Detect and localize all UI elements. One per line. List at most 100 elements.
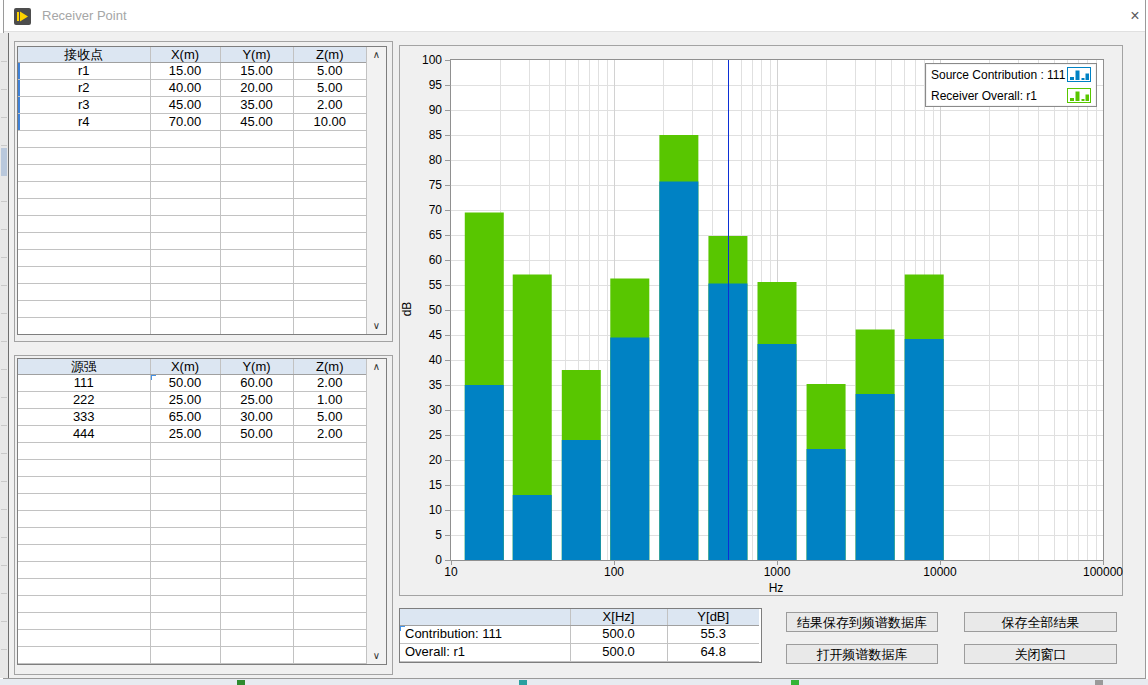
save-to-spectrum-db-button[interactable]: 结果保存到频谱数据库 — [786, 612, 938, 632]
scroll-up-icon[interactable]: ∧ — [367, 47, 386, 63]
table-cell[interactable]: Contribution: 111 — [400, 625, 570, 643]
table-cell — [293, 664, 366, 666]
table-cell — [220, 545, 293, 562]
table-cell — [18, 528, 150, 545]
table-cell — [220, 511, 293, 528]
table-cell[interactable]: 65.00 — [150, 409, 220, 426]
table-cell[interactable]: 222 — [18, 392, 150, 409]
table-cell[interactable]: 25.00 — [150, 392, 220, 409]
table-cell[interactable]: 1.00 — [293, 392, 366, 409]
column-header: Y(m) — [220, 359, 293, 375]
table-row — [18, 267, 366, 284]
y-tick — [445, 185, 451, 186]
table-cell[interactable]: 333 — [18, 409, 150, 426]
table-cell[interactable]: r2 — [18, 80, 150, 97]
table-row — [18, 647, 366, 664]
table-cell[interactable]: r4 — [18, 114, 150, 131]
table-cell — [150, 148, 220, 165]
table-cell — [293, 477, 366, 494]
table-cell[interactable]: r1 — [18, 63, 150, 80]
table-cell[interactable]: 444 — [18, 426, 150, 443]
table-cell — [18, 664, 150, 666]
y-tick — [445, 260, 451, 261]
table-cell[interactable]: 25.00 — [220, 392, 293, 409]
table-cell[interactable]: 70.00 — [150, 114, 220, 131]
scroll-up-icon[interactable]: ∧ — [367, 359, 386, 375]
table-cell[interactable]: 45.00 — [220, 114, 293, 131]
contribution-bar — [905, 339, 944, 560]
column-header: Z(m) — [293, 47, 366, 63]
table-cell — [220, 301, 293, 318]
table-cell — [150, 630, 220, 647]
table-cell[interactable]: 55.3 — [667, 625, 759, 643]
table-cell[interactable]: 64.8 — [667, 643, 759, 661]
table-cell[interactable]: 2.00 — [293, 426, 366, 443]
table-cell[interactable]: 15.00 — [220, 63, 293, 80]
table-cell[interactable]: 35.00 — [220, 97, 293, 114]
bar-plot-icon — [1067, 67, 1091, 82]
table-cell — [150, 131, 220, 148]
y-tick — [445, 510, 451, 511]
table-row — [18, 182, 366, 199]
table-cell[interactable]: 5.00 — [293, 409, 366, 426]
receiver-table: 接收点X(m)Y(m)Z(m)r115.0015.005.00r240.0020… — [17, 46, 387, 335]
table-cell[interactable]: 40.00 — [150, 80, 220, 97]
x-tick — [614, 560, 615, 565]
table-cell — [150, 182, 220, 199]
table-cell[interactable]: 10.00 — [293, 114, 366, 131]
x-axis-label: Hz — [746, 581, 806, 595]
y-tick-label: 70 — [406, 203, 442, 217]
table-row: r470.0045.0010.00 — [18, 114, 366, 131]
y-tick — [445, 360, 451, 361]
scroll-down-icon[interactable]: ∨ — [367, 648, 386, 664]
table-row — [18, 460, 366, 477]
table-cell[interactable]: 20.00 — [220, 80, 293, 97]
table-cell — [18, 443, 150, 460]
contribution-bar — [807, 449, 846, 560]
table-cell[interactable]: 5.00 — [293, 63, 366, 80]
table-cell[interactable]: 5.00 — [293, 80, 366, 97]
table-cell[interactable]: 500.0 — [570, 625, 667, 643]
table-cell — [293, 216, 366, 233]
table-cell — [150, 579, 220, 596]
table-cell[interactable]: 111 — [18, 375, 150, 392]
legend-item-overall[interactable]: Receiver Overall: r1 — [926, 85, 1096, 106]
table-cell — [18, 131, 150, 148]
scroll-down-icon[interactable]: ∨ — [367, 318, 386, 334]
close-window-button[interactable]: 关闭窗口 — [964, 644, 1117, 664]
table-cell[interactable]: 25.00 — [150, 426, 220, 443]
table-cell[interactable]: 30.00 — [220, 409, 293, 426]
table-cell — [150, 647, 220, 664]
table-cell[interactable]: 500.0 — [570, 643, 667, 661]
legend-item-contribution[interactable]: Source Contribution : 111 — [926, 64, 1096, 85]
table-cell — [293, 545, 366, 562]
table-cell — [220, 267, 293, 284]
x-tick-label: 1000 — [742, 565, 812, 579]
table-cell — [18, 284, 150, 301]
table-cell[interactable]: 2.00 — [293, 375, 366, 392]
table-cell[interactable]: 60.00 — [220, 375, 293, 392]
open-spectrum-db-button[interactable]: 打开频谱数据库 — [786, 644, 938, 664]
table-cell — [18, 545, 150, 562]
y-tick — [445, 410, 451, 411]
table-cell[interactable]: Overall: r1 — [400, 643, 570, 661]
table-cell[interactable]: 45.00 — [150, 97, 220, 114]
table-cell — [18, 267, 150, 284]
save-all-results-button[interactable]: 保存全部结果 — [964, 612, 1117, 632]
table-cell[interactable]: 2.00 — [293, 97, 366, 114]
y-tick — [445, 435, 451, 436]
y-tick-label: 60 — [406, 253, 442, 267]
table-row — [18, 443, 366, 460]
table-cell — [18, 233, 150, 250]
vertical-scrollbar[interactable]: ∧∨ — [366, 359, 386, 664]
y-tick-label: 85 — [406, 128, 442, 142]
y-tick — [445, 210, 451, 211]
vertical-scrollbar[interactable]: ∧∨ — [366, 47, 386, 334]
table-cell[interactable]: 50.00 — [220, 426, 293, 443]
table-cell — [220, 148, 293, 165]
table-cell[interactable]: r3 — [18, 97, 150, 114]
table-cell[interactable]: 15.00 — [150, 63, 220, 80]
table-cell — [220, 494, 293, 511]
table-cell[interactable]: 50.00 — [150, 375, 220, 392]
table-cell — [150, 494, 220, 511]
